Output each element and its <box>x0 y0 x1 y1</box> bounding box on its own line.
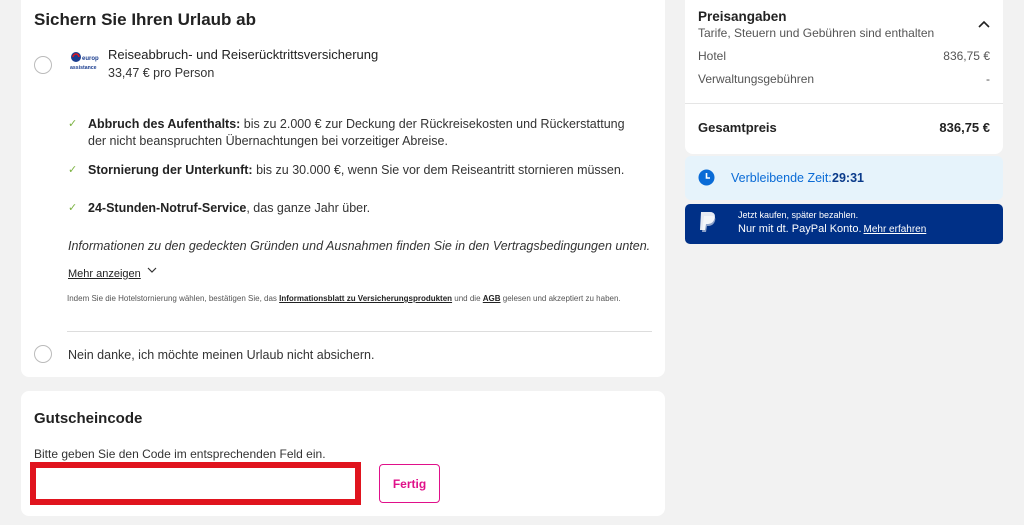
voucher-title: Gutscheincode <box>34 410 143 427</box>
check-icon: ✓ <box>68 202 78 214</box>
voucher-card: Gutscheincode Bitte geben Sie den Code i… <box>21 391 665 516</box>
feature-item: ✓ Abbruch des Aufenthalts: bis zu 2.000 … <box>68 116 638 150</box>
legal-disclaimer: Indem Sie die Hotelstornierung wählen, b… <box>67 294 621 303</box>
show-more-link[interactable]: Mehr anzeigen <box>68 268 141 280</box>
logo-text-1: europ <box>82 56 99 62</box>
insurance-title: Sichern Sie Ihren Urlaub ab <box>34 10 257 29</box>
feature-title: Stornierung der Unterkunft: <box>88 163 253 177</box>
total-price-label: Gesamtpreis <box>698 120 777 135</box>
paypal-icon <box>700 212 716 232</box>
paypal-banner: Jetzt kaufen, später bezahlen. Nur mit d… <box>685 204 1003 244</box>
price-subtitle: Tarife, Steuern und Gebühren sind enthal… <box>698 26 935 40</box>
logo-text-2: assistance <box>70 65 97 71</box>
divider <box>67 331 652 332</box>
coverage-info-note: Informationen zu den gedeckten Gründen u… <box>68 239 651 253</box>
divider <box>685 103 1003 104</box>
paypal-tagline: Jetzt kaufen, später bezahlen. <box>738 210 859 220</box>
voucher-code-input[interactable] <box>30 462 361 505</box>
remaining-time-label: Verbleibende Zeit: <box>731 171 832 185</box>
total-price-value: 836,75 € <box>939 120 990 135</box>
paypal-condition: Nur mit dt. PayPal Konto. Mehr erfahren <box>738 223 926 235</box>
info-sheet-link[interactable]: Informationsblatt zu Versicherungsproduk… <box>279 294 452 303</box>
insurance-price: 33,47 € pro Person <box>108 66 215 80</box>
insurance-accept-radio[interactable] <box>34 56 52 74</box>
price-row-label: Hotel <box>698 49 727 63</box>
feature-item: ✓ 24-Stunden-Notruf-Service, das ganze J… <box>68 200 638 217</box>
price-title: Preisangaben <box>698 9 787 24</box>
insurance-product-name: Reiseabbruch- und Reiserücktrittsversich… <box>108 47 379 62</box>
paypal-more-link[interactable]: Mehr erfahren <box>864 224 927 235</box>
insurance-decline-radio[interactable] <box>34 345 52 363</box>
check-icon: ✓ <box>68 164 78 176</box>
voucher-submit-button[interactable]: Fertig <box>379 464 440 503</box>
price-row-value: 836,75 € <box>943 49 990 63</box>
remaining-time-box: Verbleibende Zeit: 29:31 <box>685 156 1003 200</box>
price-row-value: - <box>986 72 990 86</box>
feature-title: Abbruch des Aufenthalts: <box>88 117 241 131</box>
price-summary-card: Preisangaben Tarife, Steuern und Gebühre… <box>685 0 1003 154</box>
paypal-condition-text: Nur mit dt. PayPal Konto. <box>738 223 862 235</box>
feature-text: bis zu 30.000 €, wenn Sie vor dem Reisea… <box>252 163 625 177</box>
insurance-card: Sichern Sie Ihren Urlaub ab europ assist… <box>21 0 665 377</box>
chevron-down-icon[interactable] <box>147 265 157 275</box>
chevron-up-icon[interactable] <box>978 19 990 29</box>
check-icon: ✓ <box>68 118 78 130</box>
voucher-description: Bitte geben Sie den Code im entsprechend… <box>34 447 326 461</box>
remaining-time-value: 29:31 <box>832 171 864 185</box>
feature-item: ✓ Stornierung der Unterkunft: bis zu 30.… <box>68 162 638 179</box>
feature-title: 24-Stunden-Notruf-Service <box>88 201 247 215</box>
clock-icon <box>698 169 715 186</box>
insurance-decline-label[interactable]: Nein danke, ich möchte meinen Urlaub nic… <box>68 348 374 362</box>
europ-assistance-logo: europ assistance <box>70 52 99 71</box>
feature-text: , das ganze Jahr über. <box>246 201 371 215</box>
price-row-label: Verwaltungsgebühren <box>698 72 815 86</box>
agb-link[interactable]: AGB <box>483 294 501 303</box>
